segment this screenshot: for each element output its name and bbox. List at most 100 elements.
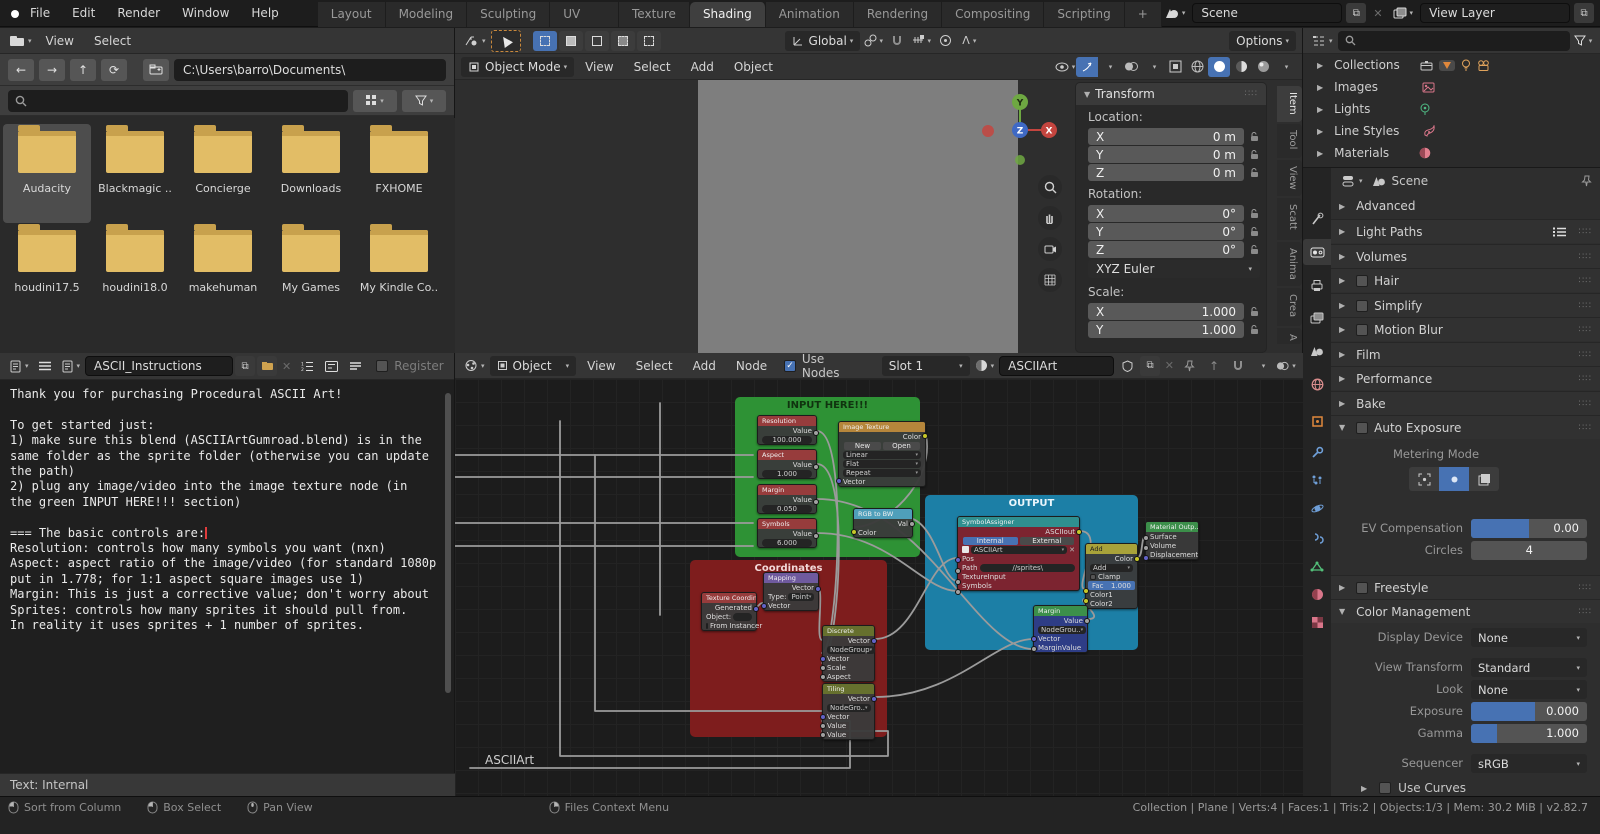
scale-y-field[interactable]: Y1.000 [1088, 321, 1244, 338]
plane-object[interactable] [698, 80, 1018, 353]
rotation-x-field[interactable]: X0° [1088, 205, 1244, 222]
sidebar-tab-crea[interactable]: Crea [1277, 288, 1302, 326]
new-folder-button[interactable] [143, 59, 169, 81]
options-dropdown[interactable]: Options▾ [1229, 31, 1296, 51]
add-workspace-button[interactable]: + [1125, 2, 1162, 27]
parent-dir-button[interactable]: ↑ [70, 59, 96, 81]
assigner-internal-button[interactable]: Internal [963, 537, 1018, 545]
node-add[interactable]: Add Color Add Clamp Fac1.000 Color1 Colo… [1085, 543, 1138, 609]
sidebar-tab-scatt[interactable]: Scatt [1277, 198, 1302, 240]
transform-orientation-dropdown[interactable]: Global▾ [785, 31, 861, 51]
filter-collection-button[interactable] [1439, 60, 1455, 71]
sidebar-tab-a[interactable]: A [1277, 328, 1302, 344]
tab-layout[interactable]: Layout [318, 2, 386, 27]
shading-material-button[interactable] [1230, 57, 1252, 77]
overlays-dropdown[interactable]: ▾ [1142, 57, 1164, 77]
sidebar-tab-anima[interactable]: Anima [1277, 242, 1302, 286]
panel-hair[interactable]: ▶Hair∷∷ [1331, 268, 1600, 292]
fb-menu-view[interactable]: View [37, 34, 83, 48]
node-mapping[interactable]: Mapping Vector Type:Point Vector [763, 572, 819, 611]
snap-toggle-button[interactable] [886, 31, 908, 51]
select-invert-button[interactable] [611, 31, 635, 51]
select-box-button[interactable] [533, 31, 557, 51]
view-layer-copy-button[interactable]: ⧉ [1574, 3, 1594, 23]
folder-item[interactable]: Downloads [267, 124, 355, 223]
scene-unlink-icon[interactable]: ✕ [1370, 7, 1385, 20]
tab-rendering[interactable]: Rendering [854, 2, 942, 27]
back-button[interactable]: ← [8, 59, 34, 81]
panel-performance[interactable]: ▶Performance∷∷ [1331, 366, 1600, 390]
node-texture-coordinate[interactable]: Texture Coordinate Generated Object: Fro… [701, 592, 757, 631]
select-extend-button[interactable] [559, 31, 583, 51]
panel-bake[interactable]: ▶Bake∷∷ [1331, 391, 1600, 415]
gamma-slider[interactable]: 1.000 [1471, 724, 1587, 743]
folder-item[interactable]: houdini17.5 [3, 223, 91, 322]
folder-item[interactable]: FXHOME [355, 124, 443, 223]
tab-modifiers[interactable] [1303, 439, 1331, 465]
node-tiling-group[interactable]: Tiling Vector NodeGro.. Vector Value Val… [822, 683, 875, 740]
tab-shading[interactable]: Shading [690, 2, 766, 27]
panel-color-management[interactable]: ▼Color Management∷∷ [1331, 599, 1600, 623]
tab-object-data[interactable] [1303, 553, 1331, 579]
scene-name-field[interactable]: Scene [1192, 3, 1342, 23]
forward-button[interactable]: → [39, 59, 65, 81]
panel-advanced[interactable]: ▶Advanced [1331, 194, 1600, 218]
outliner-search-input[interactable] [1338, 31, 1570, 51]
location-y-field[interactable]: Y0 m [1088, 146, 1244, 163]
xray-toggle[interactable] [1164, 57, 1186, 77]
tab-modeling[interactable]: Modeling [386, 2, 468, 27]
lock-open-icon[interactable] [1250, 167, 1260, 178]
menu-edit[interactable]: Edit [61, 0, 106, 27]
freestyle-checkbox[interactable] [1356, 582, 1368, 594]
node-symbols[interactable]: Symbols Value 6.000 [757, 518, 817, 548]
perspective-toggle-button[interactable] [1038, 268, 1062, 292]
outliner-row-collections[interactable]: ▶Collections [1303, 54, 1600, 76]
select-subtract-button[interactable] [585, 31, 609, 51]
panel-volumes[interactable]: ▶Volumes∷∷ [1331, 244, 1600, 268]
metering-spot-button[interactable] [1409, 467, 1439, 491]
text-editor-icon[interactable]: ▾ [6, 358, 32, 375]
tab-object[interactable] [1303, 408, 1331, 434]
folder-item[interactable]: My Games [267, 223, 355, 322]
tab-tool[interactable] [1303, 206, 1331, 232]
node-aspect[interactable]: Aspect Value 1.000 [757, 449, 817, 479]
file-browser-editor-icon[interactable]: ▾ [6, 33, 35, 49]
tab-output[interactable] [1303, 272, 1331, 298]
simplify-checkbox[interactable] [1356, 300, 1368, 312]
display-device-dropdown[interactable]: None▾ [1471, 628, 1587, 647]
node-discrete-group[interactable]: Discrete Vector NodeGroup Vector Scale A… [822, 625, 875, 682]
node-image-texture[interactable]: Image Texture Color NewOpen Linear Flat … [838, 421, 926, 487]
preset-list-icon[interactable] [1553, 227, 1567, 237]
look-dropdown[interactable]: None▾ [1471, 680, 1587, 699]
scene-datablock-icon[interactable]: ▾ [1162, 5, 1189, 21]
vp-menu-object[interactable]: Object [725, 60, 782, 74]
rotation-z-field[interactable]: Z0° [1088, 241, 1244, 258]
node-resolution[interactable]: Resolution Value 100.000 [757, 415, 817, 445]
proportional-edit-button[interactable] [934, 31, 956, 51]
node-margin-group[interactable]: Margin Value NodeGrou.. Vector MarginVal… [1033, 605, 1088, 653]
tab-scene[interactable] [1303, 338, 1331, 364]
display-mode-button[interactable]: ▾ [353, 90, 397, 112]
line-numbers-toggle[interactable]: 12 [296, 356, 318, 376]
vp-menu-select[interactable]: Select [625, 60, 680, 74]
menu-window[interactable]: Window [171, 0, 240, 27]
tab-particles[interactable] [1303, 467, 1331, 493]
text-content[interactable]: Thank you for purchasing Procedural ASCI… [0, 380, 455, 773]
word-wrap-toggle[interactable] [320, 356, 342, 376]
exposure-slider[interactable]: 0.000 [1471, 702, 1587, 721]
text-open-button[interactable] [257, 356, 277, 376]
outliner-row-lights[interactable]: ▶Lights [1303, 98, 1600, 120]
object-visibility-dropdown[interactable]: ▾ [1054, 57, 1076, 77]
tab-animation[interactable]: Animation [766, 2, 854, 27]
text-name-field[interactable]: ASCII_Instructions [85, 356, 233, 376]
outliner-row-materials[interactable]: ▶Materials [1303, 142, 1600, 164]
lock-open-icon[interactable] [1250, 244, 1260, 255]
tab-render[interactable] [1303, 239, 1331, 265]
tab-constraints[interactable] [1303, 525, 1331, 551]
tab-texture-paint[interactable]: Texture Paint [619, 2, 690, 27]
outliner-row-line-styles[interactable]: ▶Line Styles [1303, 120, 1600, 142]
mode-dropdown[interactable]: Object Mode▾ [461, 57, 574, 77]
auto-exposure-checkbox[interactable] [1356, 422, 1368, 434]
folder-item[interactable]: Blackmagic .. [91, 124, 179, 223]
folder-item[interactable]: houdini18.0 [91, 223, 179, 322]
